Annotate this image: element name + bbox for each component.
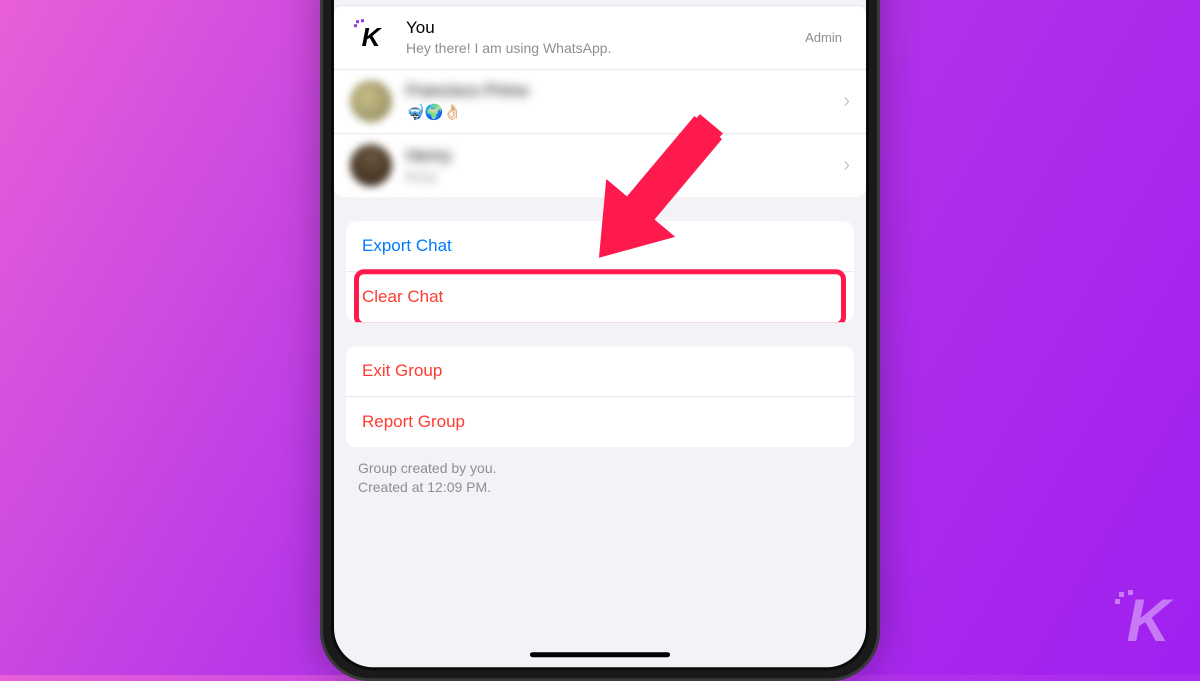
participant-row-you[interactable]: K You Hey there! I am using WhatsApp. Ad… xyxy=(334,5,866,69)
group-actions-section: Exit Group Report Group xyxy=(346,346,854,447)
report-group-button[interactable]: Report Group xyxy=(346,396,854,447)
participant-name-blurred: Francisco Primo xyxy=(406,81,843,101)
participant-row-member[interactable]: Henry Busy › xyxy=(334,133,866,197)
group-creation-info: Group created by you. Created at 12:09 P… xyxy=(334,447,866,510)
participant-status: Hey there! I am using WhatsApp. xyxy=(406,40,805,56)
exit-group-button[interactable]: Exit Group xyxy=(346,346,854,396)
phone-frame: K You Hey there! I am using WhatsApp. Ad… xyxy=(320,0,880,681)
footer-line: Group created by you. xyxy=(358,459,842,479)
participant-status-blurred: Busy xyxy=(406,168,843,184)
avatar-member xyxy=(350,144,392,186)
chat-actions-section: Export Chat Clear Chat xyxy=(346,221,854,322)
participant-status: 🤿🌍👌🏻 xyxy=(406,103,843,121)
footer-line: Created at 12:09 PM. xyxy=(358,478,842,498)
admin-badge: Admin xyxy=(805,30,842,45)
participants-list: K You Hey there! I am using WhatsApp. Ad… xyxy=(334,5,866,197)
phone-screen: K You Hey there! I am using WhatsApp. Ad… xyxy=(331,0,869,670)
clear-chat-button[interactable]: Clear Chat xyxy=(346,271,854,322)
avatar-you: K xyxy=(350,16,392,58)
participant-name: You xyxy=(406,18,805,38)
chevron-right-icon: › xyxy=(843,90,850,113)
participant-row-member[interactable]: Francisco Primo 🤿🌍👌🏻 › xyxy=(334,69,866,133)
home-indicator[interactable] xyxy=(530,652,670,657)
export-chat-button[interactable]: Export Chat xyxy=(346,221,854,271)
participant-name-blurred: Henry xyxy=(406,146,843,166)
watermark-logo: K xyxy=(1127,586,1170,655)
chevron-right-icon: › xyxy=(843,154,850,177)
avatar-member xyxy=(350,80,392,122)
